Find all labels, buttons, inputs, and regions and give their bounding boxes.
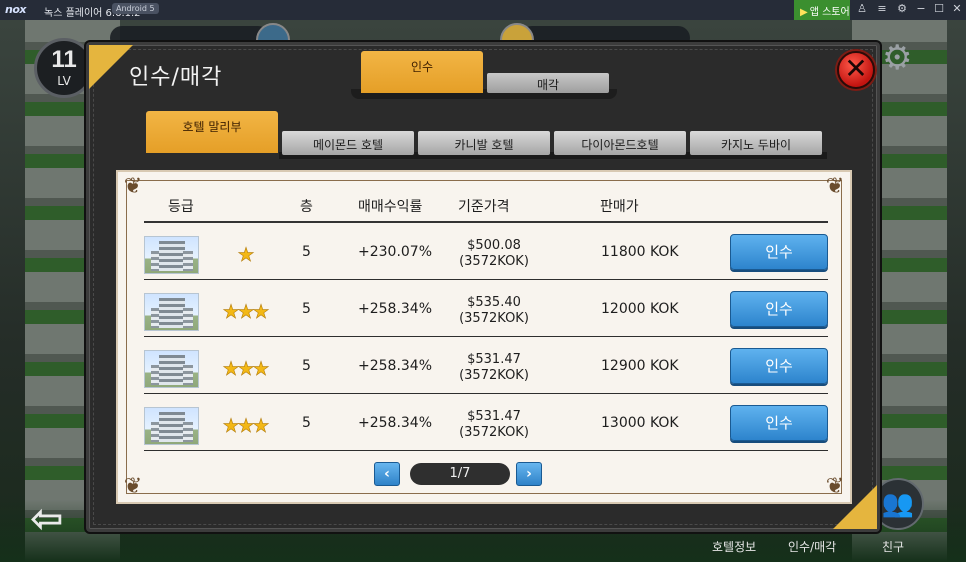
nav-hotel-info[interactable]: 호텔정보 (712, 538, 756, 555)
tab-hotel-malibu[interactable]: 호텔 말리부 (146, 111, 278, 153)
star-rating: ★★★ (222, 301, 270, 323)
price-usd: $531.47 (467, 352, 521, 367)
app-store-button[interactable]: ▶ 앱 스토어 (794, 0, 850, 20)
row-base-price: $531.47 (3572KOK) (456, 352, 532, 384)
price-usd: $500.08 (467, 238, 521, 253)
prev-page-button[interactable]: ‹ (374, 462, 400, 486)
next-page-button[interactable]: › (516, 462, 542, 486)
row-yield: +258.34% (358, 415, 433, 431)
header-yield: 매매수익률 (358, 199, 423, 215)
tab-hotel-diamond[interactable]: 다이아몬드호텔 (554, 131, 686, 155)
acquire-button[interactable]: 인수 (730, 291, 828, 327)
row-sale-price: 12900 KOK (601, 358, 679, 374)
level-label: LV (57, 74, 71, 88)
tab-acquire[interactable]: 인수 (361, 51, 483, 93)
row-sale-price: 12000 KOK (601, 301, 679, 317)
hotel-thumbnail (144, 350, 199, 388)
acquire-button[interactable]: 인수 (730, 405, 828, 441)
price-kok: (3572KOK) (459, 254, 529, 269)
row-sale-price: 13000 KOK (601, 415, 679, 431)
level-number: 11 (51, 46, 77, 73)
listing-panel: ❦ ❦ ❦ ❦ 등급 층 매매수익률 기준가격 판매가 ★ 5 +230.07%… (116, 170, 852, 504)
price-kok: (3572KOK) (459, 425, 529, 440)
frame-ornament-icon: ❦ (825, 174, 845, 199)
chevron-right-icon: › (526, 466, 532, 482)
nox-logo: nox (5, 3, 26, 16)
table-row: ★★★ 5 +258.34% $531.47 (3572KOK) 12900 KO… (144, 337, 828, 394)
close-modal-button[interactable]: ✕ (837, 51, 875, 89)
app-store-label: 앱 스토어 (809, 7, 850, 18)
maximize-icon[interactable]: ☐ (931, 2, 947, 15)
header-floor: 층 (300, 199, 313, 215)
game-settings-icon[interactable]: ⚙ (882, 38, 912, 78)
price-usd: $535.40 (467, 295, 521, 310)
row-floor: 5 (302, 244, 311, 260)
star-rating: ★★★ (222, 358, 270, 380)
modal-title: 인수/매각 (129, 65, 223, 90)
row-yield: +258.34% (358, 301, 433, 317)
row-base-price: $500.08 (3572KOK) (456, 238, 532, 270)
shirt-icon[interactable]: ♙ (854, 2, 870, 15)
row-floor: 5 (302, 358, 311, 374)
table-row: ★★★ 5 +258.34% $535.40 (3572KOK) 12000 KO… (144, 280, 828, 337)
frame-ornament-icon: ❦ (123, 174, 143, 199)
header-grade: 등급 (168, 199, 194, 215)
play-store-icon: ▶ (800, 7, 808, 18)
chevron-left-icon: ‹ (384, 466, 390, 482)
corner-ornament-top-left (89, 45, 133, 89)
settings-icon[interactable]: ⚙ (894, 2, 910, 15)
menu-icon[interactable]: ≡ (874, 2, 890, 15)
hotel-thumbnail (144, 236, 199, 274)
row-yield: +258.34% (358, 358, 433, 374)
row-base-price: $535.40 (3572KOK) (456, 295, 532, 327)
header-sale-price: 판매가 (600, 199, 639, 215)
row-sale-price: 11800 KOK (601, 244, 679, 260)
table-row: ★★★ 5 +258.34% $531.47 (3572KOK) 13000 KO… (144, 394, 828, 451)
back-arrow-icon[interactable]: ⇦ (30, 498, 66, 540)
star-rating: ★ (237, 244, 255, 266)
price-usd: $531.47 (467, 409, 521, 424)
tab-hotel-casino-dubai[interactable]: 카지노 두바이 (690, 131, 822, 155)
window-close-icon[interactable]: ✕ (949, 2, 965, 15)
hotel-thumbnail (144, 293, 199, 331)
row-floor: 5 (302, 415, 311, 431)
hotel-thumbnail (144, 407, 199, 445)
star-rating: ★★★ (222, 415, 270, 437)
frame-ornament-icon: ❦ (825, 474, 845, 499)
tab-sell[interactable]: 매각 (487, 73, 609, 93)
price-kok: (3572KOK) (459, 368, 529, 383)
tab-hotel-carnival[interactable]: 카니발 호텔 (418, 131, 550, 155)
frame-ornament-icon: ❦ (123, 474, 143, 499)
page-indicator: 1/7 (410, 463, 510, 485)
android-version-badge: Android 5 (112, 3, 159, 14)
header-base-price: 기준가격 (458, 199, 510, 215)
table-row: ★ 5 +230.07% $500.08 (3572KOK) 11800 KOK … (144, 223, 828, 280)
nav-acquire-sell[interactable]: 인수/매각 (788, 538, 836, 555)
emulator-titlebar: nox 녹스 플레이어 6.6.1.2 Android 5 ▶ 앱 스토어 ♙ ≡… (0, 0, 966, 20)
tab-hotel-maymond[interactable]: 메이몬드 호텔 (282, 131, 414, 155)
row-base-price: $531.47 (3572KOK) (456, 409, 532, 441)
price-kok: (3572KOK) (459, 311, 529, 326)
acquire-button[interactable]: 인수 (730, 234, 828, 270)
acquire-sell-modal: 인수/매각 인수 매각 ✕ 호텔 말리부 메이몬드 호텔 카니발 호텔 다이아몬… (86, 42, 880, 532)
acquire-button[interactable]: 인수 (730, 348, 828, 384)
row-floor: 5 (302, 301, 311, 317)
row-yield: +230.07% (358, 244, 433, 260)
close-icon: ✕ (844, 52, 868, 85)
level-badge: 11 LV (34, 38, 94, 98)
nav-friends[interactable]: 친구 (882, 538, 904, 555)
minimize-icon[interactable]: − (913, 2, 929, 15)
